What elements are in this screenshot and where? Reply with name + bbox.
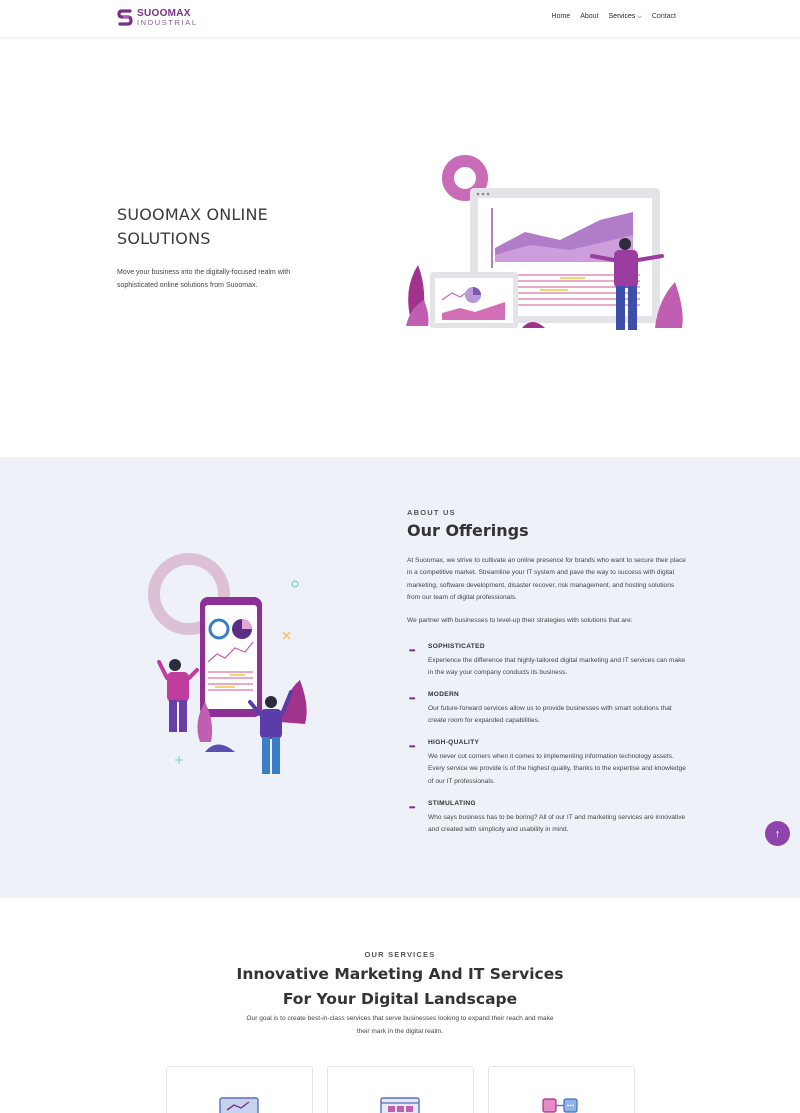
- dots-icon: •••: [409, 646, 415, 655]
- nav-contact[interactable]: Contact: [652, 13, 676, 21]
- brand-subtitle: INDUSTRIAL: [137, 18, 198, 27]
- nav-home[interactable]: Home: [552, 13, 571, 21]
- feature-title: STIMULATING: [428, 800, 476, 807]
- feature-text: Who says business has to be boring? All …: [428, 814, 686, 834]
- dots-icon: •••: [409, 694, 415, 703]
- about-paragraph-1: At Suoomax, we strive to cultivate an on…: [407, 557, 686, 601]
- hero-analytics-illustration-icon: [406, 155, 683, 330]
- feature-title: SOPHISTICATED: [428, 643, 485, 650]
- services-description: Our goal is to create best-in-class serv…: [246, 1015, 554, 1035]
- about-paragraph-2: We partner with businesses to level-up t…: [407, 617, 633, 624]
- browser-window-icon: [380, 1097, 420, 1113]
- feature-text: Our future-forward services allow us to …: [428, 705, 672, 725]
- arrow-up-icon: ↑: [774, 827, 781, 840]
- hero-title: SUOOMAX ONLINE SOLUTIONS: [117, 205, 268, 248]
- nav-about[interactable]: About: [580, 13, 598, 21]
- about-eyebrow: ABOUT US: [407, 508, 456, 517]
- feature-title: HIGH-QUALITY: [428, 739, 480, 746]
- services-title: Innovative Marketing And IT Services For…: [236, 965, 564, 1008]
- service-card[interactable]: [166, 1066, 313, 1113]
- scroll-to-top-button[interactable]: ↑: [765, 821, 790, 846]
- feature-text: Experience the difference that highly-ta…: [428, 657, 686, 677]
- service-card[interactable]: [327, 1066, 474, 1113]
- mobile-analytics-illustration-icon: [148, 553, 307, 774]
- nav-services[interactable]: Services ⌵: [609, 13, 642, 21]
- nav-services-label: Services: [608, 13, 636, 20]
- dots-icon: •••: [409, 803, 415, 812]
- chart-monitor-icon: [219, 1097, 259, 1113]
- feature-text: We never cut corners when it comes to im…: [428, 753, 686, 785]
- feature-title: MODERN: [428, 691, 460, 698]
- chevron-down-icon: ⌵: [637, 14, 642, 20]
- dots-icon: •••: [409, 742, 415, 751]
- brand-name: SUOOMAX: [137, 8, 191, 19]
- site-header: SUOOMAX INDUSTRIAL Home About Services ⌵…: [0, 0, 800, 38]
- main-nav: Home About Services ⌵ Contact: [552, 13, 676, 21]
- hero-description: Move your business into the digitally-fo…: [117, 269, 291, 289]
- logo-icon: [117, 9, 133, 26]
- network-nodes-icon: [542, 1098, 578, 1113]
- service-card[interactable]: [488, 1066, 635, 1113]
- about-section: ABOUT US Our Offerings At Suoomax, we st…: [0, 457, 800, 898]
- brand-logo[interactable]: SUOOMAX INDUSTRIAL: [117, 8, 198, 28]
- about-title: Our Offerings: [407, 521, 529, 540]
- services-eyebrow: OUR SERVICES: [364, 950, 436, 959]
